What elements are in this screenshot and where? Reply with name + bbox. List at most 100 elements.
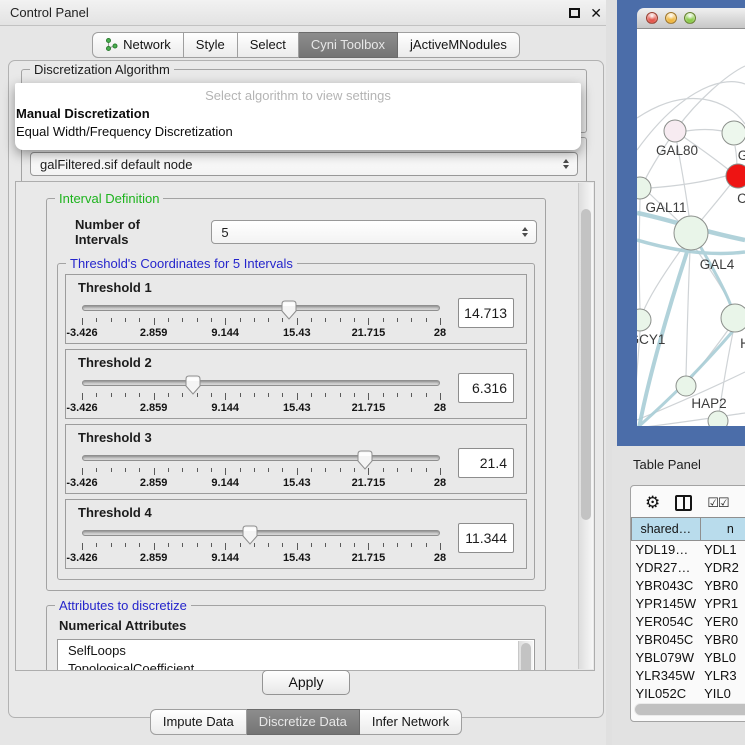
table-cell: YDL19…: [632, 541, 701, 559]
slider-tick: [440, 393, 441, 400]
slider-tick: [440, 543, 441, 550]
slider-tick-label: 15.43: [283, 402, 311, 414]
tab-cyni-toolbox[interactable]: Cyni Toolbox: [299, 32, 398, 58]
network-node-c[interactable]: [726, 164, 745, 188]
network-node-h[interactable]: [721, 304, 745, 332]
slider-tick: [325, 318, 326, 322]
network-canvas[interactable]: GAL80GCGAL11GAL4GCY1HHAP2: [637, 29, 745, 426]
close-traffic-light-icon[interactable]: [646, 12, 658, 24]
slider-thumb[interactable]: [281, 300, 297, 320]
threshold-value-field[interactable]: 11.344: [458, 523, 514, 553]
settings-gear-icon[interactable]: ⚙: [645, 496, 660, 511]
threshold-slider[interactable]: -3.4262.8599.14415.4321.71528: [78, 447, 444, 491]
network-node-gal80[interactable]: [664, 120, 686, 142]
table-data-combobox[interactable]: galFiltered.sif default node: [30, 152, 578, 176]
threshold-slider[interactable]: -3.4262.8599.14415.4321.71528: [78, 522, 444, 566]
slider-track[interactable]: [82, 305, 440, 311]
numerical-attributes-list: SelfLoopsTopologicalCoefficientBetweenne…: [57, 639, 535, 671]
slider-tick: [383, 468, 384, 472]
table-horizontal-scrollbar[interactable]: [634, 703, 745, 716]
tab-jactivemnodules[interactable]: jActiveMNodules: [398, 32, 520, 58]
slider-tick: [311, 393, 312, 397]
top-tab-bar: NetworkStyleSelectCyni ToolboxjActiveMNo…: [0, 32, 612, 58]
slider-track[interactable]: [82, 455, 440, 461]
table-cell: YLR3: [700, 667, 745, 685]
attributes-group: Attributes to discretize Numerical Attri…: [46, 605, 546, 671]
checked-checkbox-icons[interactable]: ☑☑: [707, 496, 728, 511]
slider-tick: [139, 468, 140, 472]
close-icon[interactable]: ✕: [590, 6, 602, 20]
settings-scrollbar[interactable]: [578, 183, 593, 669]
slider-tick: [325, 468, 326, 472]
slider-tick-label: 2.859: [140, 402, 168, 414]
slider-track[interactable]: [82, 530, 440, 536]
zoom-traffic-light-icon[interactable]: [684, 12, 696, 24]
network-node-gal4[interactable]: [674, 216, 708, 250]
tab-label: Impute Data: [163, 714, 234, 729]
network-node-gcy1[interactable]: [637, 309, 651, 331]
slider-tick: [411, 393, 412, 397]
combo-arrows-icon: [563, 159, 569, 169]
slider-tick: [225, 393, 226, 400]
tab-style[interactable]: Style: [184, 32, 238, 58]
number-of-intervals-label: Number of Intervals: [75, 217, 195, 247]
slider-thumb[interactable]: [357, 450, 373, 470]
settings-scroll-area: Interval Definition Number of Intervals …: [15, 181, 595, 671]
network-node-gal11[interactable]: [637, 177, 651, 199]
minimize-traffic-light-icon[interactable]: [665, 12, 677, 24]
table-cell: YBL079W: [632, 649, 701, 667]
split-columns-icon[interactable]: [675, 495, 692, 511]
table-row[interactable]: YER054CYER0: [632, 613, 745, 631]
algorithm-option[interactable]: Equal Width/Frequency Discretization: [15, 121, 581, 139]
table-row[interactable]: YDR27…YDR2: [632, 559, 745, 577]
slider-tick-label: 2.859: [140, 552, 168, 564]
network-node-g[interactable]: [722, 121, 745, 145]
slider-tick: [297, 543, 298, 550]
threshold-value-field[interactable]: 6.316: [458, 373, 514, 403]
slider-tick: [282, 468, 283, 472]
attribute-list-item[interactable]: SelfLoops: [68, 642, 534, 660]
slider-tick: [82, 543, 83, 550]
slider-track[interactable]: [82, 380, 440, 386]
number-of-intervals-combobox[interactable]: 5: [211, 220, 537, 244]
slider-tick: [311, 468, 312, 472]
interval-definition-label: Interval Definition: [55, 191, 163, 206]
slider-tick-label: -3.426: [66, 402, 97, 414]
slider-tick-label: 28: [434, 402, 446, 414]
attributes-scrollbar[interactable]: [518, 641, 533, 671]
tab-network[interactable]: Network: [92, 32, 184, 58]
slider-tick: [111, 543, 112, 547]
slider-tick: [168, 468, 169, 472]
slider-tick: [368, 393, 369, 400]
tab-impute-data[interactable]: Impute Data: [150, 709, 247, 735]
table-row[interactable]: YBR045CYBR0: [632, 631, 745, 649]
threshold-slider[interactable]: -3.4262.8599.14415.4321.71528: [78, 372, 444, 416]
table-row[interactable]: YPR145WYPR1: [632, 595, 745, 613]
table-column-header[interactable]: n: [700, 518, 745, 541]
table-row[interactable]: YBL079WYBL0: [632, 649, 745, 667]
threshold-slider[interactable]: -3.4262.8599.14415.4321.71528: [78, 297, 444, 341]
table-row[interactable]: YBR043CYBR0: [632, 577, 745, 595]
tab-infer-network[interactable]: Infer Network: [360, 709, 462, 735]
apply-button[interactable]: Apply: [262, 670, 349, 695]
slider-thumb[interactable]: [185, 375, 201, 395]
table-cell: YBR0: [700, 577, 745, 595]
table-row[interactable]: YIL052CYIL0: [632, 685, 745, 703]
slider-thumb[interactable]: [242, 525, 258, 545]
tab-discretize-data[interactable]: Discretize Data: [247, 709, 360, 735]
tab-select[interactable]: Select: [238, 32, 299, 58]
network-node-hap2[interactable]: [676, 376, 696, 396]
slider-tick: [82, 393, 83, 400]
threshold-value-field[interactable]: 14.713: [458, 298, 514, 328]
algorithm-option[interactable]: Manual Discretization: [15, 103, 581, 121]
threshold-value-field[interactable]: 21.4: [458, 448, 514, 478]
table-column-header[interactable]: shared…: [632, 518, 701, 541]
discretization-algorithm-label: Discretization Algorithm: [30, 62, 174, 77]
slider-tick-label: 28: [434, 477, 446, 489]
table-row[interactable]: YLR345WYLR3: [632, 667, 745, 685]
table-row[interactable]: YDL19…YDL1: [632, 541, 745, 559]
slider-tick: [368, 318, 369, 325]
slider-tick: [426, 318, 427, 322]
float-window-icon[interactable]: [569, 8, 580, 18]
network-node[interactable]: [708, 411, 728, 426]
